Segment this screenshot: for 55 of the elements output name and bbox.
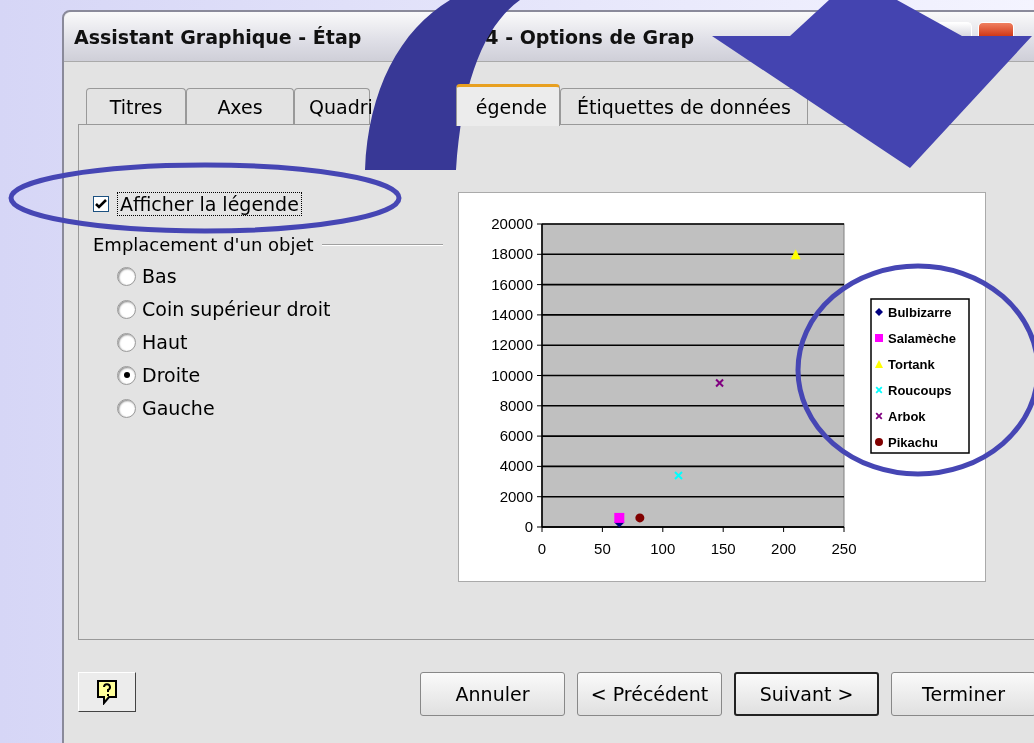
axis-label: 8000 [499,396,533,414]
window-title: 4 - Options de Grap [485,25,694,48]
axis-label: 16000 [491,275,533,293]
axis-label: 2000 [499,487,533,505]
axis-label: 20000 [491,215,533,232]
radio-label[interactable]: Haut [142,331,188,353]
axis-label: 100 [650,540,676,557]
axis-label: 0 [524,518,533,535]
data-point [614,512,625,523]
checkbox-label[interactable]: Afficher la légende [117,192,302,216]
radio-label[interactable]: Gauche [142,397,215,419]
legend-label: Salamèche [888,331,956,346]
window-title: Assistant Graphique - Étap [74,25,362,48]
axis-label: 50 [594,540,611,557]
axis-label: 200 [771,540,797,557]
group-label: Emplacement d'un objet [93,234,314,255]
tab[interactable]: Étiquettes de données [560,88,808,124]
radio-button[interactable] [117,266,136,286]
help-icon [96,679,118,705]
radio-button[interactable] [117,398,136,418]
radio-button[interactable] [117,365,136,385]
legend-label: Roucoups [888,383,952,398]
data-point [715,378,725,388]
dialog-button[interactable]: Suivant > [734,672,879,716]
radio-label[interactable]: Coin supérieur droit [142,298,331,320]
legend-label: Arbok [888,409,926,424]
axis-label: 6000 [499,427,533,445]
axis-label: 14000 [491,305,533,323]
checkbox[interactable] [93,196,109,212]
dialog-button[interactable]: Annuler [420,672,565,716]
tab[interactable]: Titres [86,88,186,124]
help-button[interactable] [78,672,136,712]
axis-label: 10000 [491,366,533,384]
axis-label: 0 [537,540,547,557]
axis-label: 12000 [491,336,533,354]
data-point [790,249,801,260]
dialog-button[interactable]: Terminer [891,672,1034,716]
legend-label: Tortank [888,357,935,372]
data-point [635,513,645,523]
radio-label[interactable]: Droite [142,364,201,386]
data-point [674,471,683,480]
close-button[interactable] [978,22,1014,36]
radio-button[interactable] [117,332,136,352]
legend-label: Pikachu [888,435,938,450]
dialog-button[interactable]: < Précédent [577,672,722,716]
axis-label: 150 [710,540,736,557]
legend-label: Bulbizarre [888,305,952,320]
tab[interactable]: Quadri [294,88,370,124]
radio-label[interactable]: Bas [142,265,177,287]
radio-button[interactable] [117,299,136,319]
axis-label: 4000 [499,457,533,475]
axis-label: 250 [831,540,857,557]
tab[interactable]: Axes [186,88,294,124]
tab[interactable]: égende [456,84,560,126]
axis-label: 18000 [491,245,533,263]
